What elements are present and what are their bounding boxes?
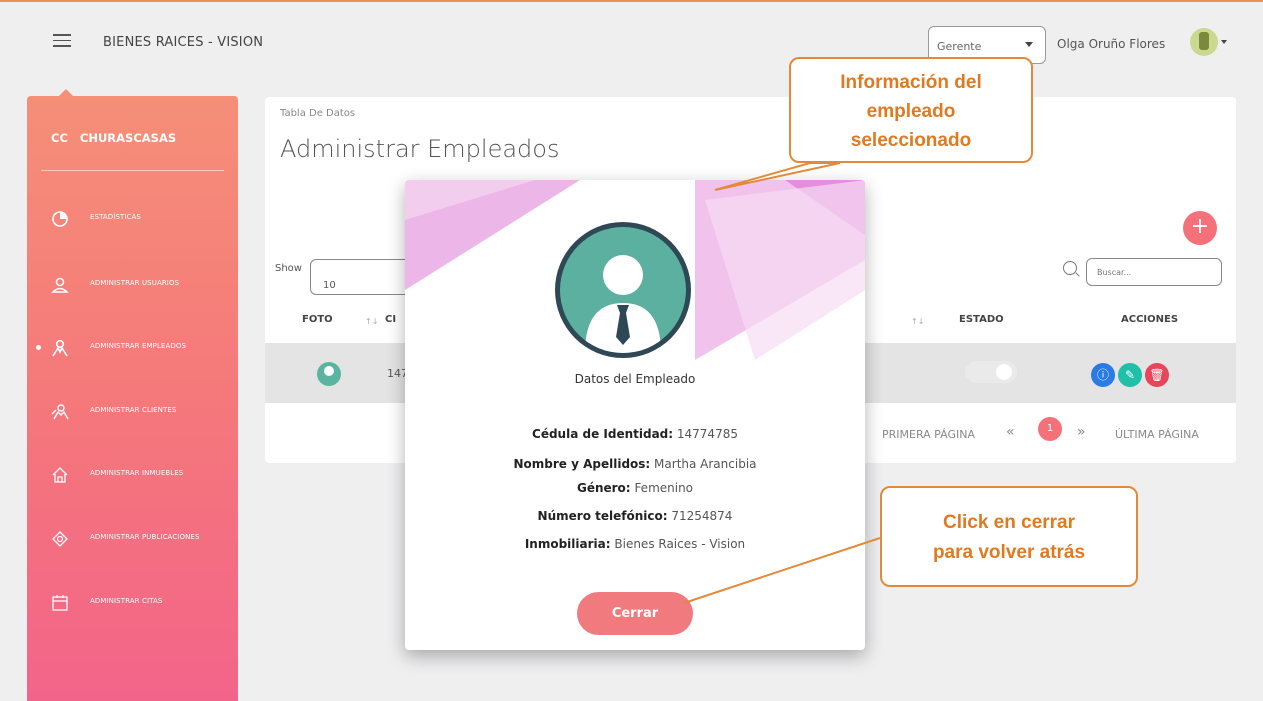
app-title: BIENES RAICES - VISION [103, 35, 264, 50]
employee-icon [52, 339, 68, 357]
divider [41, 170, 224, 171]
callout-line: seleccionado [850, 130, 972, 151]
info-genero: Género: Femenino [405, 481, 865, 495]
sidebar-item-empleados[interactable]: ADMINISTRAR EMPLEADOS [27, 329, 238, 369]
callout-line: empleado [866, 101, 956, 122]
info-nombre: Nombre y Apellidos: Martha Arancibia [405, 457, 865, 471]
sidebar-brand-name: CHURASCASAS [79, 131, 177, 145]
column-header-ci[interactable]: CI [385, 314, 396, 325]
avatar[interactable] [1190, 28, 1218, 56]
delete-icon[interactable]: 🗑 [1145, 363, 1169, 387]
field-value: 14774785 [676, 427, 738, 441]
sidebar: CC CHURASCASAS ESTADÍSTICAS ADMINISTRAR U… [27, 96, 238, 701]
column-header-foto[interactable]: FOTO [302, 314, 333, 325]
tag-icon [52, 531, 68, 547]
chevron-left-icon[interactable]: « [1006, 424, 1015, 440]
clients-icon [51, 404, 69, 420]
column-header-estado[interactable]: ESTADO [959, 314, 1004, 325]
page-size-value: 10 [323, 280, 336, 291]
modal-title: Datos del Empleado [574, 372, 696, 386]
sidebar-item-label: ADMINISTRAR USUARIOS [90, 279, 180, 287]
callout-line: para volver atrás [932, 542, 1086, 563]
field-value: Martha Arancibia [654, 457, 757, 471]
callout-line: Información del [840, 72, 982, 93]
page: BIENES RAICES - VISION Gerente Olga Oruñ… [0, 0, 1263, 701]
edit-icon[interactable]: ✎ [1118, 363, 1142, 387]
callout-employee-info: Información del empleado seleccionado [789, 57, 1033, 163]
callout-close-hint: Click en cerrar para volver atrás [880, 486, 1138, 587]
sidebar-item-label: ADMINISTRAR EMPLEADOS [90, 342, 186, 350]
info-inmobiliaria: Inmobiliaria: Bienes Raices - Vision [405, 537, 865, 551]
chart-pie-icon [52, 211, 68, 227]
sidebar-item-label: ADMINISTRAR CLIENTES [90, 406, 177, 414]
search-input[interactable] [1086, 258, 1222, 286]
user-name[interactable]: Olga Oruño Flores [1057, 37, 1165, 51]
info-icon[interactable]: ⓘ [1091, 363, 1115, 387]
chevron-right-icon[interactable]: » [1077, 424, 1086, 440]
sidebar-item-label: ADMINISTRAR CITAS [90, 597, 163, 605]
close-button[interactable]: Cerrar [577, 592, 693, 635]
employee-details-modal: Datos del Empleado Cédula de Identidad: … [405, 180, 865, 650]
role-select-value: Gerente [937, 40, 982, 53]
info-telefono: Número telefónico: 71254874 [405, 509, 865, 523]
user-tie-icon [1199, 32, 1209, 50]
chevron-down-icon[interactable] [1221, 40, 1227, 44]
field-value: Femenino [634, 481, 694, 495]
first-page-link[interactable]: PRIMERA PÁGINA [882, 428, 975, 441]
field-label: Nombre y Apellidos: [513, 457, 651, 471]
field-value: 71254874 [671, 509, 733, 523]
search-icon [1063, 261, 1077, 275]
calendar-icon [52, 595, 68, 611]
user-tie-icon [585, 255, 661, 353]
sidebar-brand-abbrev: CC [51, 131, 68, 145]
sort-icon[interactable]: ↑↓ [911, 317, 924, 326]
sort-icon[interactable]: ↑↓ [365, 317, 378, 326]
sidebar-item-citas[interactable]: ADMINISTRAR CITAS [27, 584, 238, 624]
chevron-down-icon [1025, 42, 1033, 47]
sidebar-item-label: ESTADÍSTICAS [90, 213, 141, 221]
employee-photo [317, 362, 341, 386]
breadcrumb: Tabla De Datos [280, 108, 356, 119]
sidebar-item-label: ADMINISTRAR INMUEBLES [90, 469, 184, 477]
info-cedula: Cédula de Identidad: 14774785 [405, 427, 865, 441]
field-label: Número telefónico: [537, 509, 668, 523]
sidebar-item-estadisticas[interactable]: ESTADÍSTICAS [27, 200, 238, 240]
field-label: Cédula de Identidad: [532, 427, 674, 441]
house-icon [52, 467, 68, 483]
field-label: Género: [576, 481, 631, 495]
last-page-link[interactable]: ÚLTIMA PÁGINA [1115, 428, 1199, 441]
callout-line: Click en cerrar [942, 512, 1076, 533]
sidebar-brand[interactable]: CC CHURASCASAS [51, 131, 176, 145]
field-label: Inmobiliaria: [524, 537, 611, 551]
sidebar-item-clientes[interactable]: ADMINISTRAR CLIENTES [27, 393, 238, 433]
status-toggle[interactable] [965, 361, 1017, 383]
column-header-acciones: ACCIONES [1121, 314, 1179, 325]
active-indicator [36, 345, 41, 350]
page-number-current[interactable]: 1 [1038, 417, 1062, 441]
page-title: Administrar Empleados [280, 135, 560, 163]
sidebar-item-usuarios[interactable]: ADMINISTRAR USUARIOS [27, 266, 238, 306]
user-icon [51, 277, 69, 293]
sidebar-item-label: ADMINISTRAR PUBLICACIONES [90, 533, 200, 541]
sidebar-item-inmuebles[interactable]: ADMINISTRAR INMUEBLES [27, 456, 238, 496]
add-employee-button[interactable]: + [1183, 211, 1217, 245]
show-label: Show [275, 263, 302, 274]
field-value: Bienes Raices - Vision [614, 537, 746, 551]
employee-avatar [555, 222, 691, 358]
header: BIENES RAICES - VISION Gerente Olga Oruñ… [0, 2, 1263, 82]
menu-icon[interactable] [53, 34, 71, 50]
sidebar-item-publicaciones[interactable]: ADMINISTRAR PUBLICACIONES [27, 520, 238, 560]
page-size-select[interactable]: 10 [310, 259, 410, 295]
